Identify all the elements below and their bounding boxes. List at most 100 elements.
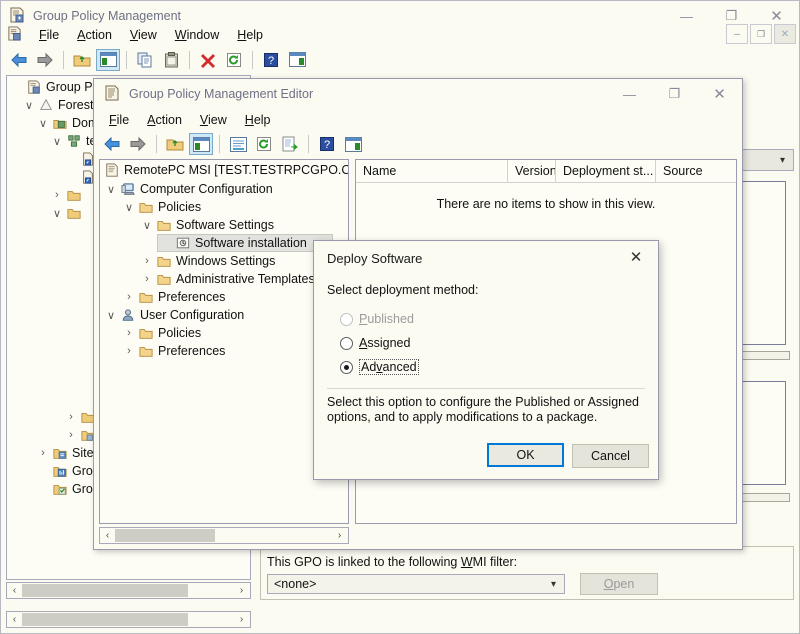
twisty[interactable]: ∨ xyxy=(103,181,119,197)
column-header-version[interactable]: Version xyxy=(508,160,556,182)
mdi-minimize-button[interactable]: – xyxy=(726,24,748,44)
menu-file-accel: F xyxy=(39,28,47,42)
tree-item-software-settings[interactable]: ∨ Software Settings xyxy=(100,216,348,234)
tree-item-computer-configuration[interactable]: ∨ Computer Configuration xyxy=(100,180,348,198)
scroll-left-arrow[interactable]: ‹ xyxy=(7,614,22,625)
twisty[interactable]: ∨ xyxy=(103,307,119,323)
scroll-left-arrow[interactable]: ‹ xyxy=(7,585,22,596)
scroll-left-arrow[interactable]: ‹ xyxy=(100,530,115,541)
radio-option-advanced[interactable]: Advanced xyxy=(340,360,419,374)
scroll-thumb[interactable] xyxy=(22,613,188,626)
radio-label-assigned[interactable]: Assigned xyxy=(359,336,410,350)
twisty[interactable]: ∨ xyxy=(21,97,37,113)
radio-label-advanced[interactable]: Advanced xyxy=(359,359,419,375)
twisty[interactable]: › xyxy=(63,427,79,443)
twisty[interactable] xyxy=(63,169,79,185)
help-icon[interactable]: ? xyxy=(315,133,339,155)
scroll-right-arrow[interactable]: › xyxy=(234,614,249,625)
tree-item-windows-settings[interactable]: › Windows Settings xyxy=(100,252,348,270)
mdi-restore-button[interactable]: ❐ xyxy=(750,24,772,44)
refresh-icon[interactable] xyxy=(252,133,276,155)
forward-icon[interactable] xyxy=(126,133,150,155)
twisty[interactable] xyxy=(63,151,79,167)
back-icon[interactable] xyxy=(7,49,31,71)
editor-menu-view[interactable]: View xyxy=(191,111,236,129)
twisty[interactable]: › xyxy=(121,325,137,341)
delete-icon[interactable] xyxy=(196,49,220,71)
scroll-thumb[interactable] xyxy=(115,529,215,542)
show-action-pane-icon[interactable] xyxy=(285,49,309,71)
show-action-pane-icon[interactable] xyxy=(341,133,365,155)
menu-action[interactable]: Action xyxy=(68,26,121,44)
menu-file[interactable]: File xyxy=(30,26,68,44)
show-hide-console-tree-icon[interactable] xyxy=(96,49,120,71)
twisty[interactable] xyxy=(35,481,51,497)
scroll-right-arrow[interactable]: › xyxy=(234,585,249,596)
ok-button[interactable]: OK xyxy=(487,443,564,467)
properties-icon[interactable] xyxy=(226,133,250,155)
scroll-right-arrow[interactable]: › xyxy=(332,530,347,541)
editor-tree-hscrollbar[interactable]: ‹ › xyxy=(99,527,349,544)
tree-item-user-configuration[interactable]: ∨ User Configuration xyxy=(100,306,348,324)
tree-item-software-installation[interactable]: Software installation xyxy=(157,234,333,252)
menu-view[interactable]: View xyxy=(121,26,166,44)
show-hide-console-tree-icon[interactable] xyxy=(189,133,213,155)
refresh-icon[interactable] xyxy=(222,49,246,71)
editor-menu-help[interactable]: Help xyxy=(236,111,280,129)
wmi-filter-combo[interactable]: <none> ▾ xyxy=(267,574,565,594)
paste-icon[interactable] xyxy=(159,49,183,71)
radio-option-assigned[interactable]: Assigned xyxy=(340,336,410,350)
tree-item-user-policies[interactable]: › Policies xyxy=(100,324,348,342)
twisty[interactable]: › xyxy=(121,289,137,305)
cancel-button[interactable]: Cancel xyxy=(572,444,649,468)
editor-close-button[interactable]: ✕ xyxy=(697,79,742,109)
twisty[interactable]: ∨ xyxy=(121,199,137,215)
forward-icon[interactable] xyxy=(33,49,57,71)
editor-maximize-button[interactable]: ❐ xyxy=(652,79,697,109)
mdi-close-button[interactable]: ✕ xyxy=(774,24,796,44)
up-one-level-icon[interactable] xyxy=(163,133,187,155)
back-icon[interactable] xyxy=(100,133,124,155)
tree-item-administrative-templates[interactable]: › Administrative Templates: xyxy=(100,270,348,288)
radio-assigned[interactable] xyxy=(340,337,353,350)
twisty[interactable]: ∨ xyxy=(139,217,155,233)
editor-console-tree[interactable]: RemotePC MSI [TEST.TESTRPCGPO.COM] P ∨ C… xyxy=(99,159,349,524)
twisty[interactable]: › xyxy=(63,409,79,425)
twisty[interactable]: › xyxy=(49,187,65,203)
menu-window[interactable]: Window xyxy=(166,26,228,44)
twisty[interactable] xyxy=(35,463,51,479)
list-view-empty-message: There are no items to show in this view. xyxy=(356,197,736,211)
up-one-level-icon[interactable] xyxy=(70,49,94,71)
twisty[interactable]: › xyxy=(35,445,51,461)
tree-item-computer-preferences[interactable]: › Preferences xyxy=(100,288,348,306)
twisty[interactable]: › xyxy=(139,253,155,269)
column-header-source[interactable]: Source xyxy=(656,160,732,182)
tree-item-computer-policies[interactable]: ∨ Policies xyxy=(100,198,348,216)
twisty[interactable] xyxy=(158,235,174,251)
console-tree-hscrollbar[interactable]: ‹ › xyxy=(6,582,251,599)
editor-menu-action[interactable]: Action xyxy=(138,111,191,129)
main-bottom-hscrollbar[interactable]: ‹ › xyxy=(6,611,251,628)
export-list-icon[interactable] xyxy=(278,133,302,155)
column-header-deployment-state[interactable]: Deployment st... xyxy=(556,160,656,182)
wmi-open-button[interactable]: Open xyxy=(580,573,658,595)
copy-icon[interactable] xyxy=(133,49,157,71)
menu-help[interactable]: Help xyxy=(228,26,272,44)
dialog-close-button[interactable]: ✕ xyxy=(614,241,658,273)
radio-advanced[interactable] xyxy=(340,361,353,374)
twisty[interactable]: › xyxy=(121,343,137,359)
tree-item-user-preferences[interactable]: › Preferences xyxy=(100,342,348,360)
twisty[interactable]: ∨ xyxy=(49,133,65,149)
twisty[interactable] xyxy=(9,79,25,95)
editor-menu-file[interactable]: File xyxy=(100,111,138,129)
editor-minimize-button[interactable]: — xyxy=(607,79,652,109)
twisty[interactable]: › xyxy=(139,271,155,287)
twisty[interactable]: ∨ xyxy=(49,205,65,221)
scroll-thumb[interactable] xyxy=(22,584,188,597)
twisty[interactable]: ∨ xyxy=(35,115,51,131)
tree-label: Policies xyxy=(158,326,201,340)
help-icon[interactable]: ? xyxy=(259,49,283,71)
column-header-name[interactable]: Name xyxy=(356,160,508,182)
chevron-down-icon[interactable]: ▾ xyxy=(551,579,556,590)
tree-item-gpo-root[interactable]: RemotePC MSI [TEST.TESTRPCGPO.COM] P xyxy=(100,160,348,180)
